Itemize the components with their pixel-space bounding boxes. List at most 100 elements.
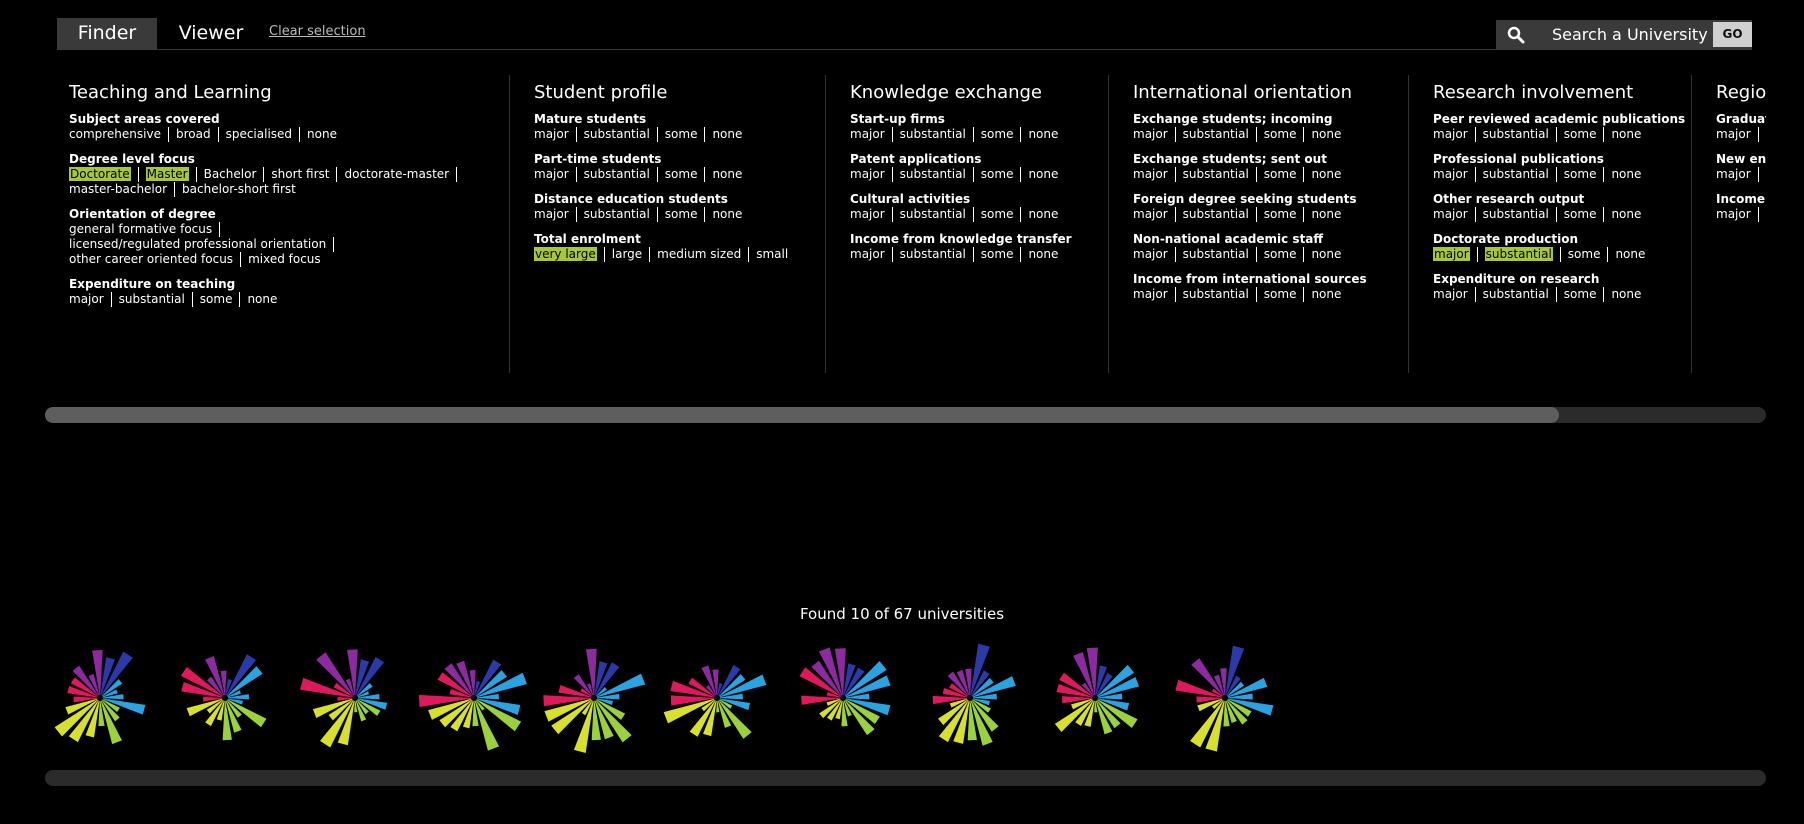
filter-option[interactable]: none — [1311, 207, 1348, 222]
filter-option[interactable]: some — [1568, 247, 1609, 262]
filter-option-selected[interactable]: very large — [534, 247, 605, 262]
filter-option[interactable]: comprehensive — [69, 127, 169, 142]
filter-option[interactable]: substantial — [1183, 207, 1257, 222]
filter-option[interactable]: major — [1133, 287, 1176, 302]
university-glyph[interactable] — [414, 638, 534, 758]
filter-option-selected[interactable]: substantial — [1484, 247, 1561, 262]
filter-option[interactable]: some — [665, 167, 706, 182]
filter-option[interactable]: other career oriented focus — [69, 252, 242, 267]
filter-option[interactable]: some — [200, 292, 241, 307]
filter-option[interactable]: major — [1433, 167, 1476, 182]
filter-option-selected[interactable]: Master — [145, 167, 197, 182]
filter-option[interactable]: substantial — [1483, 167, 1557, 182]
filter-option[interactable]: major — [534, 127, 577, 142]
filter-option[interactable]: none — [1028, 167, 1065, 182]
filter-option[interactable]: some — [1564, 287, 1605, 302]
filter-option[interactable]: substantial — [1183, 247, 1257, 262]
filter-option[interactable]: medium sized — [657, 247, 750, 262]
filter-option[interactable]: major — [1133, 247, 1176, 262]
filter-option[interactable]: substantial — [1483, 127, 1557, 142]
university-glyph[interactable] — [295, 638, 415, 758]
filter-option[interactable]: doctorate-master — [344, 167, 458, 182]
tab-viewer[interactable]: Viewer — [161, 18, 261, 49]
filter-option[interactable]: licensed/regulated professional orientat… — [69, 237, 335, 252]
category-scrollbar-thumb[interactable] — [45, 407, 1560, 423]
filter-option[interactable]: some — [981, 127, 1022, 142]
university-glyph[interactable] — [40, 638, 160, 758]
filter-option[interactable]: major — [1716, 167, 1759, 182]
filter-option[interactable]: none — [307, 127, 344, 142]
filter-option[interactable]: major — [1133, 167, 1176, 182]
filter-option[interactable]: some — [981, 167, 1022, 182]
filter-option[interactable]: some — [1564, 127, 1605, 142]
filter-option[interactable]: major — [850, 247, 893, 262]
university-glyph[interactable] — [783, 638, 903, 758]
filter-option[interactable]: none — [1611, 167, 1648, 182]
university-glyph[interactable] — [1165, 638, 1285, 758]
filter-option[interactable]: major — [1716, 207, 1759, 222]
filter-option[interactable]: major — [534, 167, 577, 182]
filter-option[interactable]: none — [1311, 167, 1348, 182]
filter-option[interactable]: major — [850, 167, 893, 182]
filter-option[interactable]: major — [1433, 287, 1476, 302]
filter-option[interactable]: broad — [176, 127, 219, 142]
filter-option[interactable]: substantial — [584, 127, 658, 142]
filter-option[interactable]: some — [665, 127, 706, 142]
filter-option[interactable]: major — [1133, 207, 1176, 222]
filter-option[interactable]: none — [1311, 127, 1348, 142]
filter-option[interactable]: none — [1611, 207, 1648, 222]
filter-option[interactable]: some — [1264, 247, 1305, 262]
filter-option[interactable]: major — [1433, 127, 1476, 142]
university-glyph[interactable] — [910, 638, 1030, 758]
filter-option[interactable]: none — [1615, 247, 1652, 262]
filter-option[interactable]: none — [247, 292, 284, 307]
filter-option[interactable]: major — [850, 207, 893, 222]
filter-option[interactable]: substantial — [900, 247, 974, 262]
filter-option[interactable]: none — [1028, 207, 1065, 222]
clear-selection-link[interactable]: Clear selection — [269, 24, 366, 39]
filter-option[interactable]: Bachelor — [204, 167, 265, 182]
go-button[interactable]: GO — [1713, 22, 1752, 47]
filter-option-selected[interactable]: Doctorate — [69, 167, 139, 182]
search-input[interactable]: Search a University — [1552, 20, 1708, 49]
filter-option[interactable]: major — [534, 207, 577, 222]
category-scrollbar[interactable] — [45, 407, 1766, 423]
filter-option[interactable]: substantial — [584, 207, 658, 222]
filter-option[interactable]: substantial — [119, 292, 193, 307]
filter-option[interactable]: substantial — [900, 167, 974, 182]
filter-option[interactable]: substantial — [1183, 127, 1257, 142]
university-glyph[interactable] — [657, 638, 777, 758]
filter-option[interactable]: general formative focus — [69, 222, 221, 237]
filter-option[interactable]: some — [981, 247, 1022, 262]
filter-option[interactable]: substantial — [584, 167, 658, 182]
results-scrollbar[interactable] — [45, 770, 1766, 786]
filter-option[interactable]: major — [1133, 127, 1176, 142]
filter-option[interactable]: substantial — [1183, 167, 1257, 182]
filter-option[interactable]: substantial — [1483, 287, 1557, 302]
filter-option[interactable]: none — [712, 207, 749, 222]
filter-option[interactable]: none — [1611, 127, 1648, 142]
filter-option[interactable]: some — [981, 207, 1022, 222]
filter-option[interactable]: some — [1564, 167, 1605, 182]
filter-option[interactable]: some — [1264, 207, 1305, 222]
filter-option[interactable]: bachelor-short first — [182, 182, 303, 197]
filter-option[interactable]: major — [1433, 207, 1476, 222]
tab-finder[interactable]: Finder — [57, 18, 157, 49]
search-box[interactable]: Search a University GO — [1496, 20, 1752, 49]
filter-option[interactable]: master-bachelor — [69, 182, 176, 197]
filter-option[interactable]: substantial — [1183, 287, 1257, 302]
filter-option[interactable]: some — [1564, 207, 1605, 222]
filter-option[interactable]: major — [850, 127, 893, 142]
filter-option[interactable]: mixed focus — [248, 252, 328, 267]
filter-option[interactable]: none — [1028, 127, 1065, 142]
filter-option[interactable]: none — [712, 127, 749, 142]
filter-option[interactable]: none — [1311, 287, 1348, 302]
university-glyph[interactable] — [1035, 638, 1155, 758]
filter-option[interactable]: small — [756, 247, 795, 262]
filter-option[interactable]: large — [612, 247, 651, 262]
filter-option[interactable]: some — [1264, 287, 1305, 302]
filter-option[interactable]: major — [1716, 127, 1759, 142]
filter-option[interactable]: none — [1611, 287, 1648, 302]
filter-option[interactable]: major — [69, 292, 112, 307]
filter-option[interactable]: short first — [271, 167, 338, 182]
